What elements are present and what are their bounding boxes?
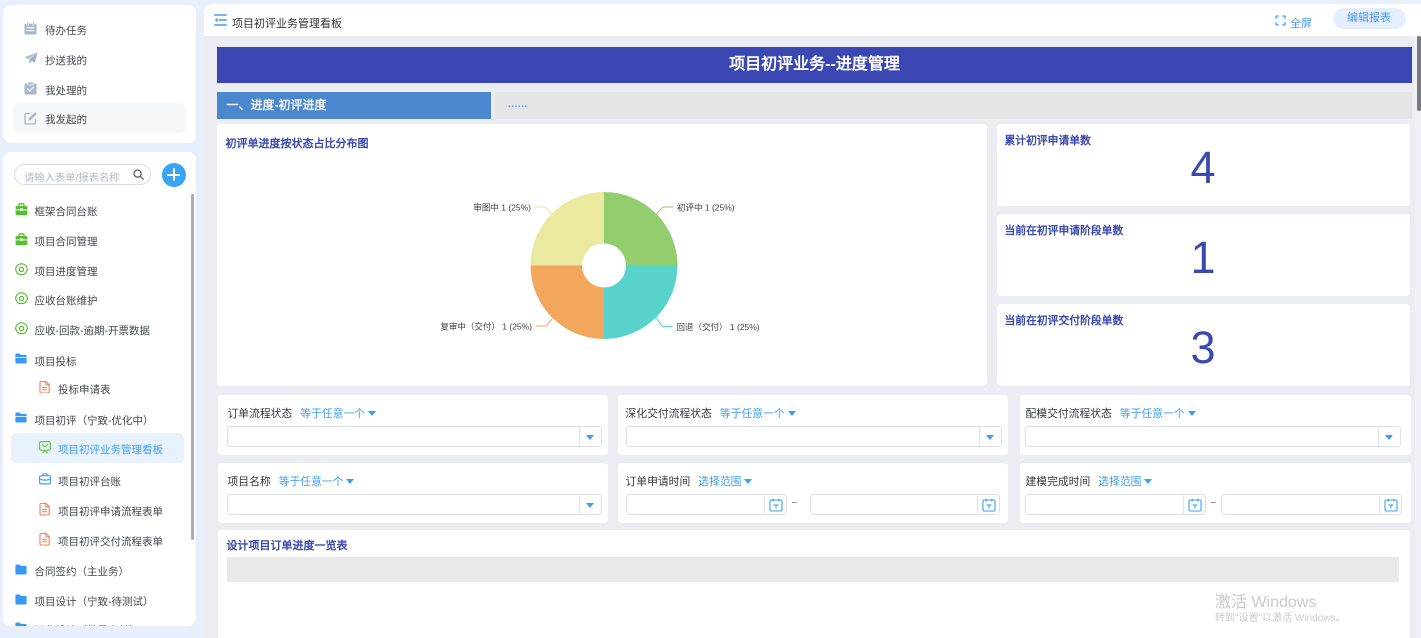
svg-text:复审中（交付） 1 (25%): 复审中（交付） 1 (25%): [440, 322, 532, 332]
svg-text:初评中 1 (25%): 初评中 1 (25%): [677, 203, 735, 213]
svg-text:回退（交付） 1 (25%): 回退（交付） 1 (25%): [677, 322, 760, 332]
svg-text:审图中 1 (25%): 审图中 1 (25%): [473, 203, 531, 213]
